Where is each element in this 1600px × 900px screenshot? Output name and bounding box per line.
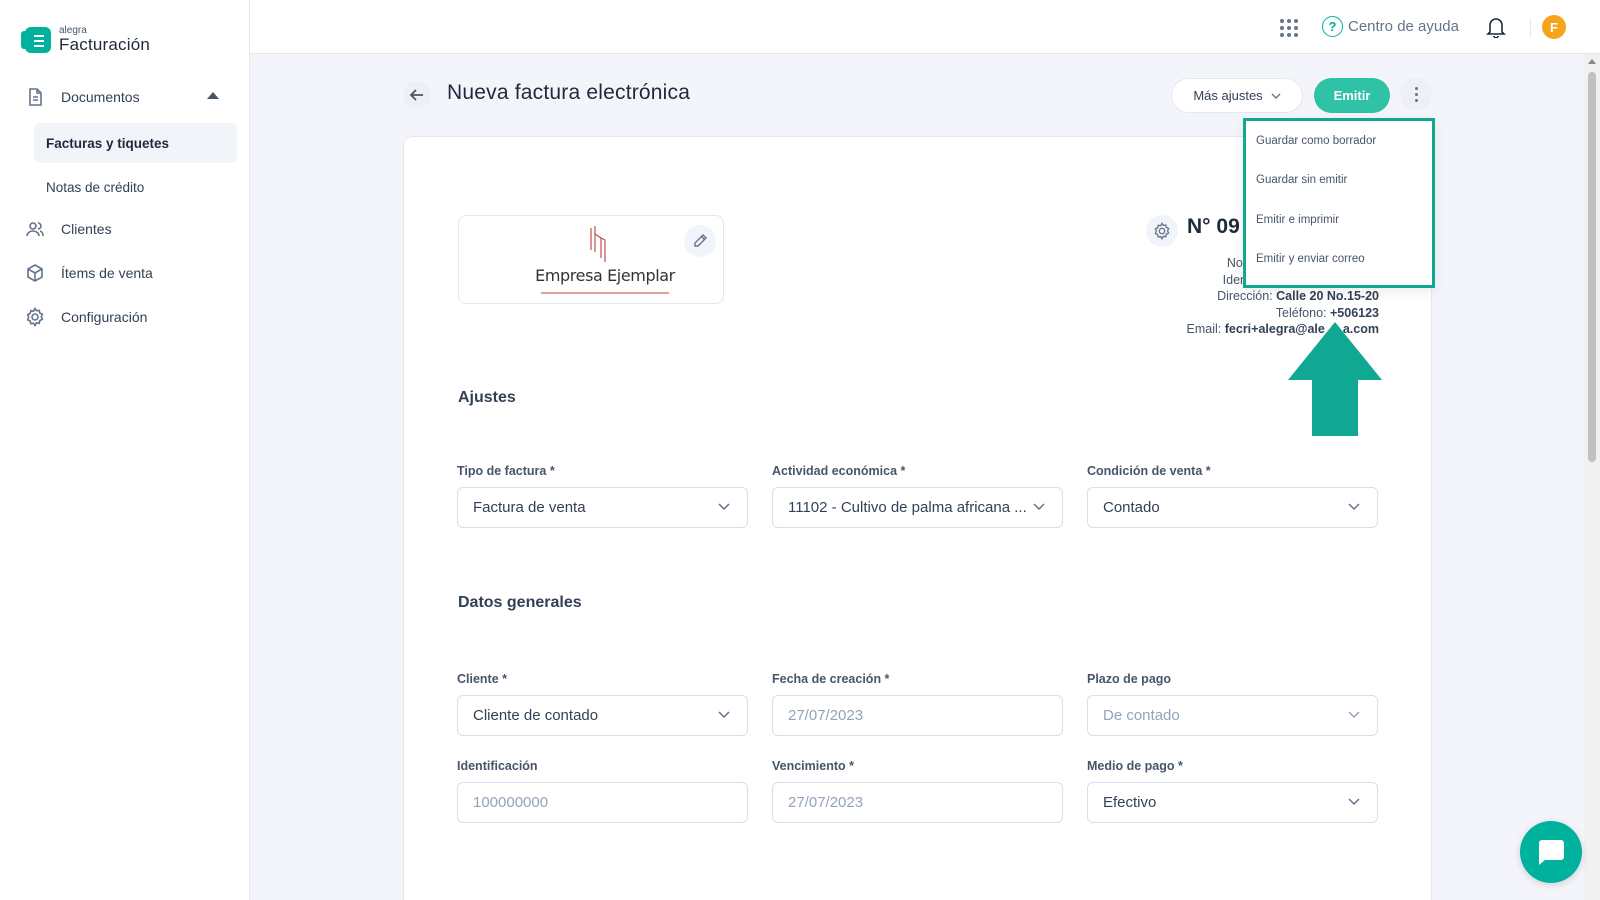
sidebar-item-documents[interactable]: Documentos	[0, 75, 249, 119]
box-icon	[27, 264, 43, 282]
address-value: Calle 20 No.15-20	[1276, 289, 1379, 303]
actions-dropdown-menu: Guardar como borrador Guardar sin emitir…	[1243, 118, 1435, 288]
phone-label: Teléfono:	[1275, 305, 1327, 320]
sidebar: alegra Facturación Documentos Facturas y…	[0, 0, 250, 900]
numbering-settings-button[interactable]	[1146, 215, 1178, 247]
chevron-down-icon	[718, 711, 730, 719]
payment-method-value: Efectivo	[1103, 794, 1157, 811]
menu-item-emit-email[interactable]: Emitir y enviar correo	[1246, 240, 1432, 280]
more-settings-label: Más ajustes	[1193, 88, 1263, 103]
chevron-down-icon	[1348, 711, 1360, 719]
document-icon	[29, 88, 42, 106]
scroll-up-icon[interactable]	[1588, 59, 1596, 64]
company-logo-box: Empresa Ejemplar	[458, 215, 724, 304]
sidebar-item-sale-items[interactable]: Ítems de venta	[0, 251, 249, 295]
sale-condition-value: Contado	[1103, 499, 1160, 516]
economic-activity-value: 11102 - Cultivo de palma africana ...	[788, 499, 1027, 516]
payment-term-label: Plazo de pago	[1087, 672, 1172, 686]
sidebar-item-settings[interactable]: Configuración	[0, 295, 249, 339]
client-value: Cliente de contado	[473, 707, 599, 724]
invoice-type-value: Factura de venta	[473, 499, 586, 516]
menu-item-emit-print[interactable]: Emitir e imprimir	[1246, 200, 1432, 240]
payment-term-value: De contado	[1103, 707, 1180, 724]
kebab-menu-button[interactable]	[1400, 78, 1432, 110]
due-date-input[interactable]: 27/07/2023	[772, 782, 1063, 823]
gear-icon	[1154, 222, 1170, 240]
identification-input[interactable]: 100000000	[457, 782, 748, 823]
company-logo-mark-icon	[590, 226, 606, 262]
emit-button[interactable]: Emitir	[1314, 78, 1390, 113]
arrow-up-icon	[1288, 322, 1382, 436]
caret-up-icon[interactable]	[207, 92, 219, 99]
identification-value: 100000000	[473, 794, 549, 811]
apps-grid-icon[interactable]	[1280, 19, 1298, 37]
sidebar-item-clients[interactable]: Clientes	[0, 207, 249, 251]
sidebar-item-label: Documentos	[61, 89, 140, 105]
gear-icon	[26, 307, 44, 327]
topbar-divider	[1530, 18, 1531, 38]
company-logo-text: Empresa Ejemplar	[535, 266, 675, 285]
chevron-down-icon	[1033, 503, 1045, 511]
sidebar-item-label: Configuración	[61, 309, 148, 325]
users-icon	[26, 222, 44, 237]
pencil-icon	[694, 234, 707, 247]
creation-date-value: 27/07/2023	[788, 707, 864, 724]
sidebar-item-label: Clientes	[61, 221, 112, 237]
more-settings-button[interactable]: Más ajustes	[1171, 78, 1303, 113]
economic-activity-select[interactable]: 11102 - Cultivo de palma africana ...	[772, 487, 1063, 528]
creation-date-input[interactable]: 27/07/2023	[772, 695, 1063, 736]
avatar[interactable]: F	[1542, 15, 1566, 39]
sidebar-item-label: Ítems de venta	[61, 265, 153, 281]
company-logo: Empresa Ejemplar	[535, 224, 675, 299]
creation-date-label: Fecha de creación *	[772, 672, 890, 686]
address-label: Dirección:	[1217, 289, 1273, 303]
sidebar-nav: Documentos Facturas y tiquetes Notas de …	[0, 75, 249, 339]
invoice-type-label: Tipo de factura *	[457, 464, 555, 478]
phone-value: +506123	[1329, 305, 1379, 320]
due-date-value: 27/07/2023	[788, 794, 864, 811]
scroll-thumb[interactable]	[1588, 72, 1596, 462]
document-number: N° 09	[1187, 215, 1240, 238]
sale-condition-label: Condición de venta *	[1087, 464, 1211, 478]
chat-bubble-icon	[1539, 840, 1564, 865]
chevron-down-icon	[1348, 798, 1360, 806]
identification-label: Identificación	[457, 759, 538, 773]
invoice-type-select[interactable]: Factura de venta	[457, 487, 748, 528]
client-select[interactable]: Cliente de contado	[457, 695, 748, 736]
brand-name: Facturación	[59, 35, 151, 54]
arrow-left-icon	[409, 89, 423, 101]
chevron-down-icon	[718, 503, 730, 511]
chevron-down-icon	[1348, 503, 1360, 511]
edit-logo-button[interactable]	[684, 225, 716, 257]
brand-logo[interactable]: alegra Facturación	[21, 26, 151, 54]
help-center-label: Centro de ayuda	[1348, 18, 1459, 35]
help-center-link[interactable]: ? Centro de ayuda	[1322, 16, 1459, 37]
due-date-label: Vencimiento *	[772, 759, 854, 773]
back-button[interactable]	[403, 81, 431, 109]
payment-method-select[interactable]: Efectivo	[1087, 782, 1378, 823]
general-section-title: Datos generales	[458, 594, 582, 611]
bell-icon[interactable]	[1486, 16, 1506, 38]
client-label: Cliente *	[457, 672, 508, 686]
chat-button[interactable]	[1520, 821, 1582, 883]
sale-condition-select[interactable]: Contado	[1087, 487, 1378, 528]
top-bar: ? Centro de ayuda F	[250, 0, 1600, 54]
page-title: Nueva factura electrónica	[447, 81, 691, 104]
menu-item-save-without-emit[interactable]: Guardar sin emitir	[1246, 161, 1432, 201]
sidebar-item-credit-notes[interactable]: Notas de crédito	[34, 167, 237, 207]
payment-method-label: Medio de pago *	[1087, 759, 1183, 773]
alegra-logo-icon	[21, 26, 51, 53]
email-label: Email:	[1186, 322, 1222, 336]
help-icon: ?	[1322, 16, 1343, 37]
sidebar-item-invoices[interactable]: Facturas y tiquetes	[34, 123, 237, 163]
page-scrollbar[interactable]	[1584, 54, 1600, 900]
menu-item-save-draft[interactable]: Guardar como borrador	[1246, 121, 1432, 161]
payment-term-select[interactable]: De contado	[1087, 695, 1378, 736]
settings-section-title: Ajustes	[458, 389, 516, 406]
chevron-down-icon	[1271, 93, 1281, 99]
economic-activity-label: Actividad económica *	[772, 464, 906, 478]
